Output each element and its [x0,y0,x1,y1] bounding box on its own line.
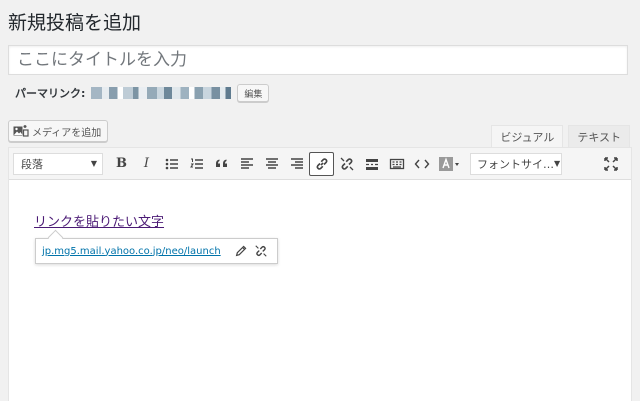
chevron-down-icon: ▼ [554,159,561,168]
italic-button[interactable]: I [134,152,159,176]
post-title-input[interactable] [8,45,628,75]
font-size-select-value: フォントサイ… [477,157,554,171]
link-icon[interactable] [309,151,334,176]
fullscreen-icon[interactable] [598,152,623,176]
align-left-icon[interactable] [234,152,259,176]
edit-permalink-button[interactable]: 編集 [237,84,270,102]
unlink-icon [255,245,267,257]
tab-text[interactable]: テキスト [568,125,630,147]
unlink-icon[interactable] [334,152,359,176]
blockquote-icon[interactable] [209,152,234,176]
toolbar-toggle-icon[interactable] [384,152,409,176]
pencil-icon [235,245,247,257]
format-select-value: 段落 [21,157,43,171]
editor-tabs: ビジュアル テキスト [486,125,630,147]
ordered-list-icon[interactable] [184,152,209,176]
align-right-icon[interactable] [284,152,309,176]
align-center-icon[interactable] [259,152,284,176]
text-color-icon[interactable] [434,152,464,176]
editor-toolbar: 段落 ▼ B I フォントサイ… ▼ [9,148,631,180]
read-more-icon[interactable] [359,152,384,176]
editor-content[interactable]: リンクを貼りたい文字 jp.mg5.mail.yahoo.co.jp/neo/l… [9,180,631,401]
remove-link-button[interactable] [251,241,271,261]
tab-visual[interactable]: ビジュアル [491,125,564,147]
post-editor-page: 新規投稿を追加 パーマリンク: 編集 メディアを追加 ビジュアル テキスト 段落… [0,0,640,401]
permalink-url-pixelated[interactable] [91,87,232,99]
add-media-button[interactable]: メディアを追加 [8,120,109,142]
editor: 段落 ▼ B I フォントサイ… ▼ リンクを貼りたい文字 jp.mg5.mai… [8,147,632,401]
permalink-row: パーマリンク: 編集 [15,84,270,102]
linked-text[interactable]: リンクを貼りたい文字 [34,211,164,230]
add-media-label: メディアを追加 [32,127,102,139]
chevron-down-icon: ▼ [90,159,97,168]
bold-button[interactable]: B [109,152,134,176]
unordered-list-icon[interactable] [159,152,184,176]
font-size-select[interactable]: フォントサイ… ▼ [470,152,562,175]
permalink-label: パーマリンク: [15,87,86,100]
code-icon[interactable] [409,152,434,176]
link-url[interactable]: jp.mg5.mail.yahoo.co.jp/neo/launch [42,246,221,257]
add-media-icon [13,125,29,137]
page-title: 新規投稿を追加 [8,12,142,34]
format-select[interactable]: 段落 ▼ [13,152,103,175]
edit-link-button[interactable] [231,241,251,261]
link-popup: jp.mg5.mail.yahoo.co.jp/neo/launch [35,238,278,264]
